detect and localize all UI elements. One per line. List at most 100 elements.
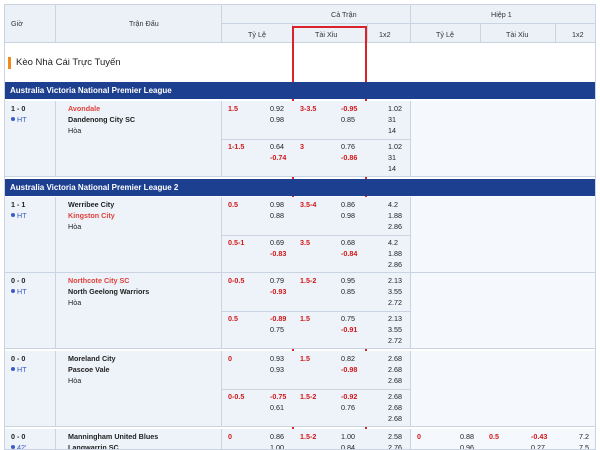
over-under-line: 1.5-2 <box>300 432 317 441</box>
over-odds[interactable]: 0.82 <box>341 354 355 363</box>
home-win-odds[interactable]: 2.68 <box>388 392 402 401</box>
over-odds[interactable]: -0.95 <box>341 104 357 113</box>
match-status: 42' <box>11 443 26 449</box>
handicap-line: 0.5-1 <box>228 238 245 247</box>
h1-over-odds[interactable]: -0.43 <box>531 432 547 441</box>
home-win-odds[interactable]: 4.2 <box>388 238 398 247</box>
away-win-odds[interactable]: 2.68 <box>388 365 402 374</box>
home-win-odds[interactable]: 2.68 <box>388 354 402 363</box>
handicap-away-odds[interactable]: -0.83 <box>270 249 286 258</box>
draw-odds[interactable]: 2.86 <box>388 260 402 269</box>
draw-odds[interactable]: 14 <box>388 126 396 135</box>
handicap-home-odds[interactable]: 0.79 <box>270 276 284 285</box>
h1-handicap-line: 0 <box>417 432 421 441</box>
league-header[interactable]: Australia Victoria National Premier Leag… <box>5 82 595 99</box>
over-under-line: 1.5 <box>300 354 310 363</box>
draw-odds[interactable]: 14 <box>388 164 396 173</box>
draw-label: Hòa <box>68 222 82 231</box>
under-odds[interactable]: 0.76 <box>341 403 355 412</box>
over-odds[interactable]: 1.00 <box>341 432 355 441</box>
draw-odds[interactable]: 2.68 <box>388 414 402 423</box>
over-odds[interactable]: 0.95 <box>341 276 355 285</box>
away-win-odds[interactable]: 2.76 <box>388 443 402 449</box>
home-win-odds[interactable]: 1.02 <box>388 104 402 113</box>
draw-odds[interactable]: 2.72 <box>388 298 402 307</box>
h1-home-win-odds[interactable]: 7.2 <box>579 432 589 441</box>
handicap-away-odds[interactable]: 0.98 <box>270 115 284 124</box>
home-team[interactable]: Manningham United Blues <box>68 432 158 441</box>
draw-label: Hòa <box>68 298 82 307</box>
over-odds[interactable]: 0.68 <box>341 238 355 247</box>
home-win-odds[interactable]: 1.02 <box>388 142 402 151</box>
h1-under-odds[interactable]: 0.27 <box>531 443 545 449</box>
under-odds[interactable]: 0.84 <box>341 443 355 449</box>
match-score: 1 - 1 <box>11 200 26 209</box>
over-odds[interactable]: 0.75 <box>341 314 355 323</box>
home-win-odds[interactable]: 2.58 <box>388 432 402 441</box>
home-team[interactable]: Avondale <box>68 104 100 113</box>
h1-handicap-home-odds[interactable]: 0.88 <box>460 432 474 441</box>
under-odds[interactable]: 0.85 <box>341 287 355 296</box>
h1-away-win-odds[interactable]: 7.5 <box>579 443 589 449</box>
handicap-header: Tỷ Lệ <box>248 30 266 39</box>
h1-handicap-away-odds[interactable]: 0.96 <box>460 443 474 449</box>
under-odds[interactable]: -0.98 <box>341 365 357 374</box>
away-win-odds[interactable]: 31 <box>388 153 396 162</box>
col-match-header: Trận Đấu <box>129 19 159 28</box>
away-win-odds[interactable]: 3.55 <box>388 325 402 334</box>
handicap-home-odds[interactable]: 0.69 <box>270 238 284 247</box>
live-dot-icon <box>11 445 15 449</box>
away-team[interactable]: North Geelong Warriors <box>68 287 149 296</box>
draw-odds[interactable]: 2.68 <box>388 376 402 385</box>
home-team[interactable]: Northcote City SC <box>68 276 130 285</box>
under-odds[interactable]: -0.84 <box>341 249 357 258</box>
away-team[interactable]: Langwarrin SC <box>68 443 119 449</box>
handicap-line: 0 <box>228 354 232 363</box>
over-odds[interactable]: -0.92 <box>341 392 357 401</box>
draw-odds[interactable]: 2.86 <box>388 222 402 231</box>
under-odds[interactable]: 0.85 <box>341 115 355 124</box>
handicap-home-odds[interactable]: 0.93 <box>270 354 284 363</box>
over-under-line: 3-3.5 <box>300 104 317 113</box>
away-win-odds[interactable]: 1.88 <box>388 211 402 220</box>
one-x-two-h1-header: 1x2 <box>572 30 584 39</box>
home-team[interactable]: Werribee City <box>68 200 114 209</box>
home-team[interactable]: Moreland City <box>68 354 116 363</box>
section-title-bar: Kèo Nhà Cái Trực Tuyến <box>5 43 595 85</box>
handicap-home-odds[interactable]: 0.86 <box>270 432 284 441</box>
handicap-away-odds[interactable]: 0.93 <box>270 365 284 374</box>
away-team[interactable]: Dandenong City SC <box>68 115 135 124</box>
live-dot-icon <box>11 367 15 371</box>
handicap-away-odds[interactable]: -0.93 <box>270 287 286 296</box>
home-win-odds[interactable]: 2.13 <box>388 314 402 323</box>
under-odds[interactable]: 0.98 <box>341 211 355 220</box>
handicap-away-odds[interactable]: 0.61 <box>270 403 284 412</box>
handicap-away-odds[interactable]: 0.88 <box>270 211 284 220</box>
match-score: 0 - 0 <box>11 276 26 285</box>
home-win-odds[interactable]: 4.2 <box>388 200 398 209</box>
live-dot-icon <box>11 117 15 121</box>
handicap-line: 1-1.5 <box>228 142 245 151</box>
handicap-home-odds[interactable]: 0.92 <box>270 104 284 113</box>
away-win-odds[interactable]: 31 <box>388 115 396 124</box>
under-odds[interactable]: -0.86 <box>341 153 357 162</box>
league-header[interactable]: Australia Victoria National Premier Leag… <box>5 179 595 196</box>
section-title: Kèo Nhà Cái Trực Tuyến <box>16 57 121 68</box>
handicap-away-odds[interactable]: 0.75 <box>270 325 284 334</box>
over-odds[interactable]: 0.76 <box>341 142 355 151</box>
under-odds[interactable]: -0.91 <box>341 325 357 334</box>
handicap-away-odds[interactable]: -0.74 <box>270 153 286 162</box>
draw-odds[interactable]: 2.72 <box>388 336 402 345</box>
handicap-home-odds[interactable]: -0.75 <box>270 392 286 401</box>
over-odds[interactable]: 0.86 <box>341 200 355 209</box>
away-win-odds[interactable]: 2.68 <box>388 403 402 412</box>
away-team[interactable]: Pascoe Vale <box>68 365 110 374</box>
home-win-odds[interactable]: 2.13 <box>388 276 402 285</box>
handicap-home-odds[interactable]: 0.98 <box>270 200 284 209</box>
handicap-home-odds[interactable]: -0.89 <box>270 314 286 323</box>
handicap-away-odds[interactable]: 1.00 <box>270 443 284 449</box>
away-win-odds[interactable]: 1.88 <box>388 249 402 258</box>
away-team[interactable]: Kingston City <box>68 211 115 220</box>
away-win-odds[interactable]: 3.55 <box>388 287 402 296</box>
handicap-home-odds[interactable]: 0.64 <box>270 142 284 151</box>
